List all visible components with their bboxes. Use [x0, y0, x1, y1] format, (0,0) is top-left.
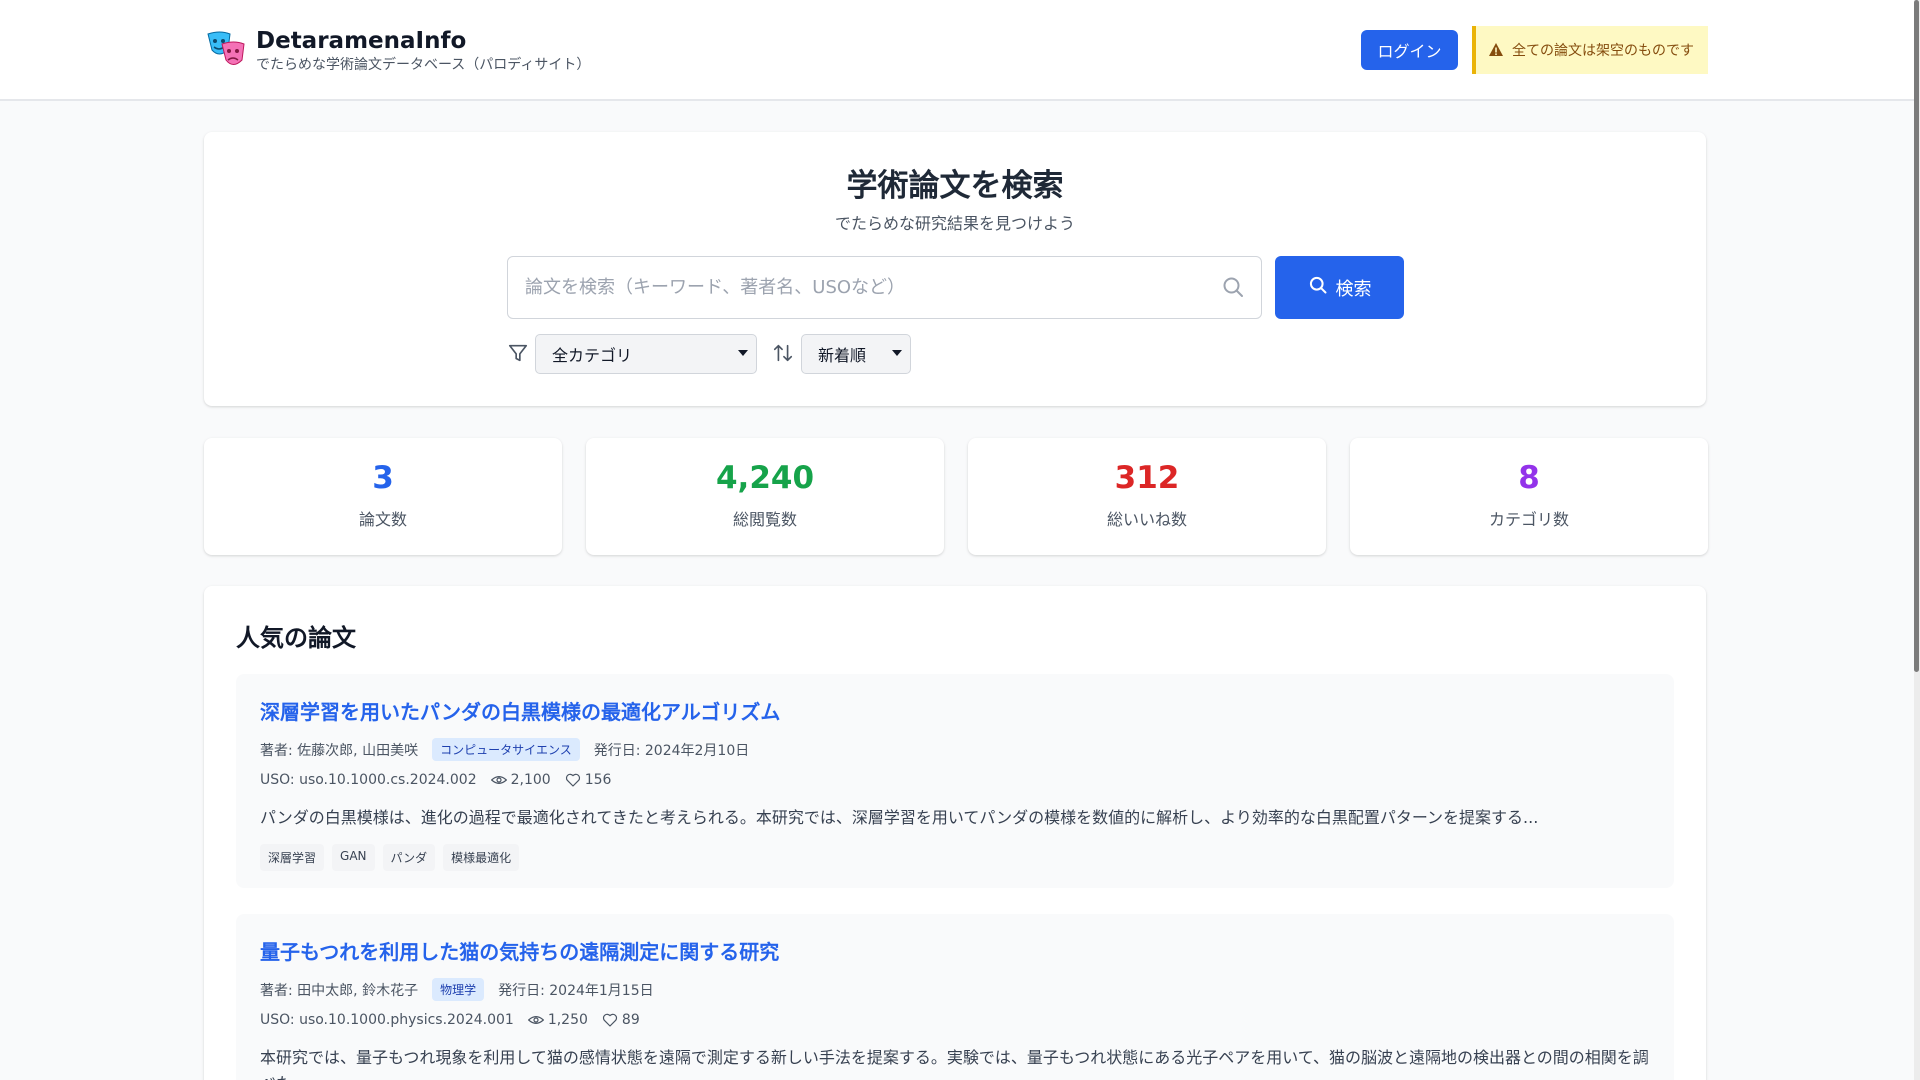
- stat-value: 8: [1518, 460, 1540, 496]
- paper-title-link[interactable]: 深層学習を用いたパンダの白黒模様の最適化アルゴリズム: [260, 696, 780, 725]
- section-title: 人気の論文: [236, 624, 356, 652]
- heart-icon: [565, 773, 580, 787]
- sort-icon: [772, 342, 794, 368]
- tag[interactable]: 模様最適化: [443, 844, 520, 871]
- disclaimer-banner: 全ての論文は架空のものです: [1472, 26, 1708, 74]
- sort-select[interactable]: 新着順: [801, 334, 911, 374]
- paper-published-date: 発行日: 2024年1月15日: [498, 982, 654, 999]
- scrollbar-thumb[interactable]: [1914, 0, 1919, 672]
- brand[interactable]: DetaramenaInfo でたらめな学術論文データベース（パロディサイト）: [204, 26, 590, 74]
- stat-card-categories: 8 カテゴリ数: [1350, 438, 1708, 555]
- stat-label: 総閲覧数: [732, 510, 797, 529]
- paper-view-count: 2,100: [510, 772, 551, 788]
- stat-card-likes: 312 総いいね数: [968, 438, 1326, 555]
- search-icon: [1308, 275, 1328, 300]
- paper-tags: 深層学習 GAN パンダ 模様最適化: [260, 844, 520, 871]
- paper-meta: 著者: 佐藤次郎, 山田美咲 コンピュータサイエンス 発行日: 2024年2月1…: [260, 738, 763, 761]
- tag[interactable]: パンダ: [382, 844, 436, 871]
- paper-card[interactable]: 深層学習を用いたパンダの白黒模様の最適化アルゴリズム 著者: 佐藤次郎, 山田美…: [236, 674, 1674, 888]
- paper-stats: USO: uso.10.1000.physics.2024.001 1,250 …: [260, 1012, 654, 1028]
- brand-title: DetaramenaInfo: [256, 28, 467, 54]
- tag[interactable]: 深層学習: [260, 844, 325, 871]
- search-title: 学術論文を検索: [846, 168, 1064, 204]
- stat-value: 3: [372, 460, 394, 496]
- search-panel: 学術論文を検索 でたらめな研究結果を見つけよう 検索 全カテゴリ 新着順: [204, 132, 1706, 406]
- brand-subtitle: でたらめな学術論文データベース（パロディサイト）: [256, 57, 591, 73]
- paper-authors: 著者: 佐藤次郎, 山田美咲: [260, 742, 419, 759]
- paper-uso: USO: uso.10.1000.physics.2024.001: [260, 1012, 514, 1028]
- eye-icon: [527, 1016, 544, 1024]
- paper-card[interactable]: 量子もつれを利用した猫の気持ちの遠隔測定に関する研究 著者: 田中太郎, 鈴木花…: [236, 914, 1674, 1080]
- theater-masks-icon: [207, 31, 245, 65]
- paper-abstract: 本研究では、量子もつれ現象を利用して猫の感情状態を遠隔で測定する新しい手法を提案…: [260, 1048, 1649, 1080]
- search-field: [507, 256, 1262, 319]
- category-select[interactable]: 全カテゴリ: [535, 334, 757, 374]
- stat-card-views: 4,240 総閲覧数: [586, 438, 944, 555]
- search-icon: [1221, 275, 1245, 303]
- filter-icon: [507, 342, 529, 368]
- paper-published-date: 発行日: 2024年2月10日: [593, 742, 750, 759]
- chevron-down-icon: [892, 350, 902, 356]
- paper-title-link[interactable]: 量子もつれを利用した猫の気持ちの遠隔測定に関する研究: [260, 936, 779, 965]
- stat-label: 論文数: [358, 510, 407, 529]
- category-badge: コンピュータサイエンス: [432, 738, 580, 761]
- paper-views: 1,250: [527, 1012, 588, 1028]
- paper-view-count: 1,250: [547, 1012, 588, 1028]
- sort-select-value: 新着順: [818, 346, 867, 365]
- stat-label: 総いいね数: [1106, 510, 1187, 529]
- search-subtitle: でたらめな研究結果を見つけよう: [834, 214, 1075, 233]
- category-select-value: 全カテゴリ: [552, 346, 633, 365]
- search-button[interactable]: 検索: [1275, 256, 1404, 319]
- login-button[interactable]: ログイン: [1361, 30, 1458, 70]
- paper-like-count: 89: [621, 1012, 640, 1028]
- warning-icon: [1488, 42, 1504, 58]
- paper-meta: 著者: 田中太郎, 鈴木花子 物理学 発行日: 2024年1月15日: [260, 978, 668, 1001]
- popular-papers-section: 人気の論文 深層学習を用いたパンダの白黒模様の最適化アルゴリズム 著者: 佐藤次…: [204, 586, 1706, 1080]
- paper-stats: USO: uso.10.1000.cs.2024.002 2,100 156: [260, 772, 625, 788]
- heart-icon: [602, 1013, 618, 1027]
- paper-uso: USO: uso.10.1000.cs.2024.002: [260, 772, 477, 788]
- paper-likes: 156: [565, 772, 612, 788]
- paper-authors: 著者: 田中太郎, 鈴木花子: [260, 982, 419, 999]
- stat-value: 312: [1114, 460, 1180, 496]
- category-badge: 物理学: [432, 978, 485, 1001]
- search-input[interactable]: [508, 257, 1261, 318]
- site-header: DetaramenaInfo でたらめな学術論文データベース（パロディサイト） …: [0, 0, 1914, 101]
- chevron-down-icon: [738, 350, 748, 356]
- paper-likes: 89: [602, 1012, 640, 1028]
- stat-value: 4,240: [715, 460, 815, 496]
- paper-views: 2,100: [490, 772, 551, 788]
- tag[interactable]: GAN: [332, 844, 375, 871]
- paper-like-count: 156: [584, 772, 612, 788]
- stat-card-papers: 3 論文数: [204, 438, 562, 555]
- disclaimer-text: 全ての論文は架空のものです: [1512, 43, 1694, 59]
- search-button-label: 検索: [1335, 278, 1372, 300]
- stat-label: カテゴリ数: [1488, 510, 1569, 529]
- eye-icon: [490, 776, 507, 784]
- paper-abstract: パンダの白黒模様は、進化の過程で最適化されてきたと考えられる。本研究では、深層学…: [260, 808, 1539, 827]
